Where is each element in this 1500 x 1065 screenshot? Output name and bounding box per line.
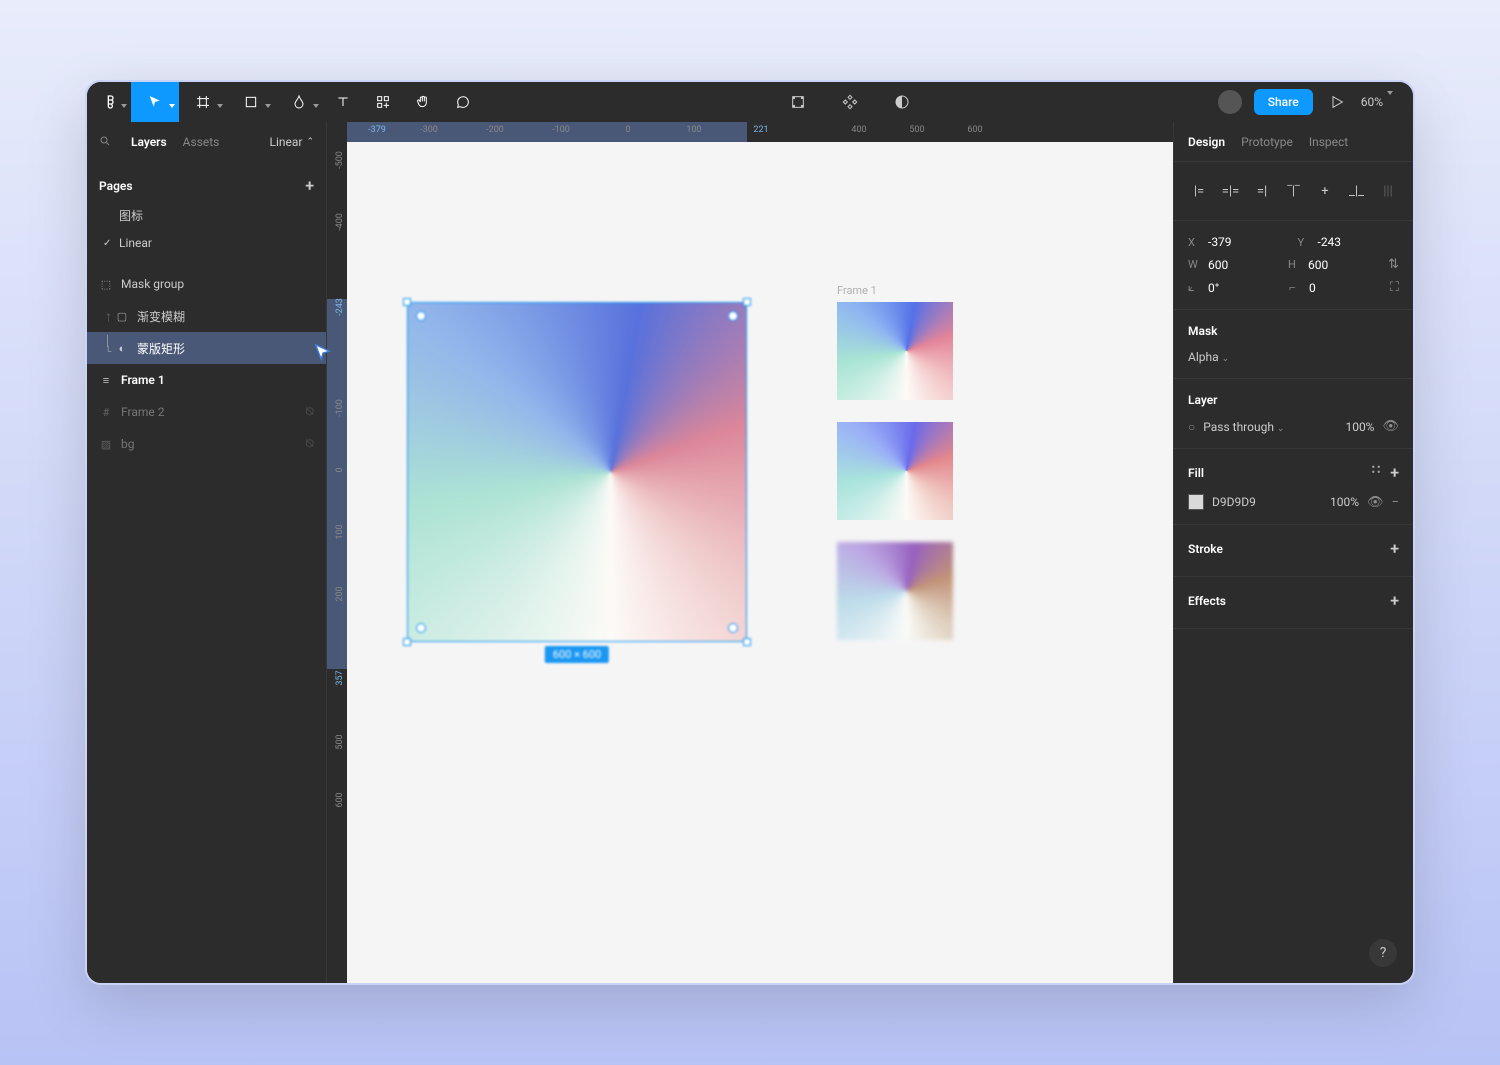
comment-tool-button[interactable] <box>443 82 483 122</box>
add-fill-button[interactable]: + <box>1390 463 1399 482</box>
pages-header-label: Pages <box>99 179 133 193</box>
canvas-frame-thumb[interactable] <box>837 542 953 640</box>
layers-list: ⬚ Mask group ↑ ▢ 渐变模糊 │ └ ◐ 蒙版矩形 ≡ Frame… <box>87 264 326 464</box>
add-page-button[interactable]: + <box>305 176 314 195</box>
add-effect-button[interactable]: + <box>1390 591 1399 610</box>
canvas-frame-thumb[interactable] <box>837 422 953 520</box>
right-panel: Design Prototype Inspect |= =|= =| ‾|‾ +… <box>1173 122 1413 983</box>
layer-row-selected[interactable]: │ └ ◐ 蒙版矩形 <box>87 332 326 364</box>
text-tool-button[interactable] <box>323 82 363 122</box>
layer-row-mask-group[interactable]: ⬚ Mask group <box>87 268 326 300</box>
blend-mode-dropdown[interactable]: Pass through ⌄ <box>1203 420 1284 434</box>
present-button[interactable] <box>1325 82 1349 122</box>
fill-styles-button[interactable]: ∷ <box>1372 463 1380 482</box>
frame-list-icon: ≡ <box>99 373 113 387</box>
app-window: Share 60% Layers Assets Linear ⌃ <box>85 80 1415 985</box>
move-tool-button[interactable] <box>131 82 179 122</box>
prototype-tab[interactable]: Prototype <box>1241 135 1293 149</box>
canvas-viewport[interactable]: 600 × 600 Frame 1 <box>347 142 1173 983</box>
align-top-button[interactable]: ‾|‾ <box>1283 180 1305 202</box>
visibility-toggle-icon[interactable]: 👁 <box>1382 419 1399 434</box>
top-toolbar: Share 60% <box>87 82 1413 122</box>
canvas-frame-thumb[interactable]: Frame 1 <box>837 302 953 400</box>
horizontal-ruler: -379 -300 -200 -100 0 100 200 221 300 40… <box>327 122 1173 142</box>
layer-row-frame2[interactable]: # Frame 2 ⦰ <box>87 396 326 428</box>
hidden-icon[interactable]: ⦰ <box>305 405 314 419</box>
mask-group-icon: ⬚ <box>99 277 113 291</box>
x-field[interactable]: -379 <box>1208 235 1290 249</box>
remove-fill-button[interactable]: − <box>1392 495 1399 510</box>
independent-corners-button[interactable]: ⛶ <box>1390 280 1399 295</box>
zoom-dropdown[interactable]: 60% <box>1361 95 1397 109</box>
page-item[interactable]: 图标 <box>99 201 314 230</box>
layer-row-bg[interactable]: ▨ bg ⦰ <box>87 428 326 460</box>
layer-section-title: Layer <box>1188 389 1399 415</box>
rectangle-icon: ▢ <box>115 309 129 323</box>
mask-tool-button[interactable] <box>830 82 870 122</box>
align-hcenter-button[interactable]: =|= <box>1220 180 1242 202</box>
canvas-area[interactable]: -379 -300 -200 -100 0 100 200 221 300 40… <box>327 122 1173 983</box>
radius-field[interactable]: 0 <box>1309 281 1382 295</box>
align-left-button[interactable]: |= <box>1188 180 1210 202</box>
distribute-button[interactable]: ||| <box>1377 180 1399 202</box>
effects-section-title: Effects <box>1188 594 1226 608</box>
constrain-proportions-button[interactable]: ⇅ <box>1388 257 1399 272</box>
align-right-button[interactable]: =| <box>1251 180 1273 202</box>
frame-label: Frame 1 <box>837 284 877 297</box>
page-item[interactable]: Linear <box>99 230 314 256</box>
inspect-tab[interactable]: Inspect <box>1309 135 1348 149</box>
help-button[interactable]: ? <box>1369 939 1397 967</box>
y-field[interactable]: -243 <box>1318 235 1400 249</box>
width-field[interactable]: 600 <box>1208 258 1280 272</box>
frame-tool-button[interactable] <box>179 82 227 122</box>
hash-icon: # <box>99 405 113 419</box>
vertical-ruler: -500 -400 -300 -243 -200 -100 0 100 200 … <box>327 142 347 983</box>
layer-row[interactable]: ↑ ▢ 渐变模糊 <box>87 300 326 332</box>
layer-row-frame1[interactable]: ≡ Frame 1 <box>87 364 326 396</box>
image-icon: ▨ <box>99 437 113 451</box>
height-field[interactable]: 600 <box>1308 258 1380 272</box>
dimension-badge: 600 × 600 <box>545 646 609 663</box>
rotation-field[interactable]: 0° <box>1208 281 1281 295</box>
fill-visibility-icon[interactable]: 👁 <box>1367 495 1384 510</box>
search-icon[interactable] <box>99 135 111 150</box>
resources-tool-button[interactable] <box>363 82 403 122</box>
component-tool-button[interactable] <box>778 82 818 122</box>
left-panel: Layers Assets Linear ⌃ Pages + 图标 Linear… <box>87 122 327 983</box>
align-vcenter-button[interactable]: + <box>1314 180 1336 202</box>
hidden-icon[interactable]: ⦰ <box>305 437 314 451</box>
fill-color-swatch[interactable] <box>1188 494 1204 510</box>
mask-section-title: Mask <box>1188 320 1399 346</box>
add-stroke-button[interactable]: + <box>1390 539 1399 558</box>
hand-tool-button[interactable] <box>403 82 443 122</box>
figma-menu-button[interactable] <box>91 82 131 122</box>
fill-hex-field[interactable]: D9D9D9 <box>1212 495 1256 509</box>
align-bottom-button[interactable]: _|_ <box>1346 180 1368 202</box>
assets-tab[interactable]: Assets <box>183 135 220 149</box>
mask-mode-dropdown[interactable]: Alpha ⌄ <box>1188 350 1229 364</box>
design-tab[interactable]: Design <box>1188 135 1225 149</box>
share-button[interactable]: Share <box>1254 89 1313 115</box>
pen-tool-button[interactable] <box>275 82 323 122</box>
layers-tab[interactable]: Layers <box>131 135 167 149</box>
selected-object[interactable]: 600 × 600 <box>407 302 747 642</box>
stroke-section-title: Stroke <box>1188 542 1223 556</box>
boolean-tool-button[interactable] <box>882 82 922 122</box>
layer-opacity-field[interactable]: 100% <box>1345 420 1374 434</box>
shape-tool-button[interactable] <box>227 82 275 122</box>
fill-opacity-field[interactable]: 100% <box>1330 495 1359 509</box>
contrast-icon: ◐ <box>115 341 129 355</box>
fill-section-title: Fill <box>1188 466 1204 480</box>
user-avatar[interactable] <box>1218 90 1242 114</box>
page-selector-dropdown[interactable]: Linear ⌃ <box>269 135 314 149</box>
